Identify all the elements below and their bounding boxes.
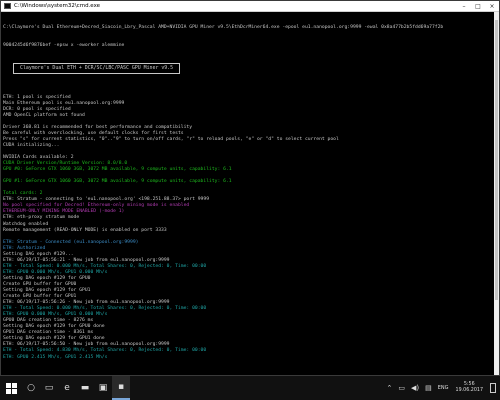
windows-logo-icon <box>5 382 17 394</box>
window-title: C:\Windows\system32\cmd.exe <box>14 3 101 9</box>
clock[interactable]: 5:56 19.06.2017 <box>456 382 483 394</box>
show-hidden-icons-icon[interactable]: ⌃ <box>387 384 393 392</box>
console-line: ETH: GPU0 2.415 Mh/s, GPU1 2.415 Mh/s <box>3 354 108 360</box>
store-icon[interactable]: ▣ <box>94 376 112 400</box>
title-bar[interactable]: C:\Windows\system32\cmd.exe – □ × <box>1 1 499 12</box>
edge-icon[interactable]: e <box>58 376 76 400</box>
command-line: C:\Claymore's Dual Ethereum+Decred_Siaco… <box>3 25 444 31</box>
action-center-icon[interactable] <box>490 383 496 393</box>
taskbar: ○ ▭ e ▬ ▣ ▪ ⌃ ▭ ◀) ▤ ENG 5:56 19.06.2017 <box>0 376 500 400</box>
miner-banner: Claymore's Dual ETH + DCR/SC/LBC/PASC GP… <box>13 63 181 75</box>
clock-date: 19.06.2017 <box>455 388 483 393</box>
scrollbar-thumb[interactable] <box>495 20 498 300</box>
cmd-window[interactable]: C:\Windows\system32\cmd.exe – □ × C:\Cla… <box>0 0 500 376</box>
command-line: 9004245d6f9876bef -epsw x -eworker alemm… <box>3 43 125 49</box>
minimize-button[interactable]: – <box>457 1 471 11</box>
keyboard-icon[interactable]: ▤ <box>425 384 432 392</box>
cmd-app-icon <box>4 3 11 9</box>
system-tray: ⌃ ▭ ◀) ▤ ENG 5:56 19.06.2017 <box>384 376 500 400</box>
search-icon[interactable]: ○ <box>22 376 40 400</box>
language-indicator[interactable]: ENG <box>438 385 449 391</box>
console-scrollbar[interactable] <box>494 12 499 375</box>
network-icon[interactable]: ▭ <box>398 384 405 392</box>
close-button[interactable]: × <box>485 1 499 11</box>
console-output[interactable]: C:\Claymore's Dual Ethereum+Decred_Siaco… <box>3 13 493 373</box>
start-button[interactable] <box>0 376 22 400</box>
task-view-icon[interactable]: ▭ <box>40 376 58 400</box>
taskbar-pinned-apps: ○ ▭ e ▬ ▣ ▪ <box>22 376 130 400</box>
file-explorer-icon[interactable]: ▬ <box>76 376 94 400</box>
maximize-button[interactable]: □ <box>471 1 485 11</box>
log-lines: ETH: 1 pool is specified Main Ethereum po… <box>3 88 493 360</box>
volume-icon[interactable]: ◀) <box>411 384 419 392</box>
cmd-icon[interactable]: ▪ <box>112 376 130 400</box>
